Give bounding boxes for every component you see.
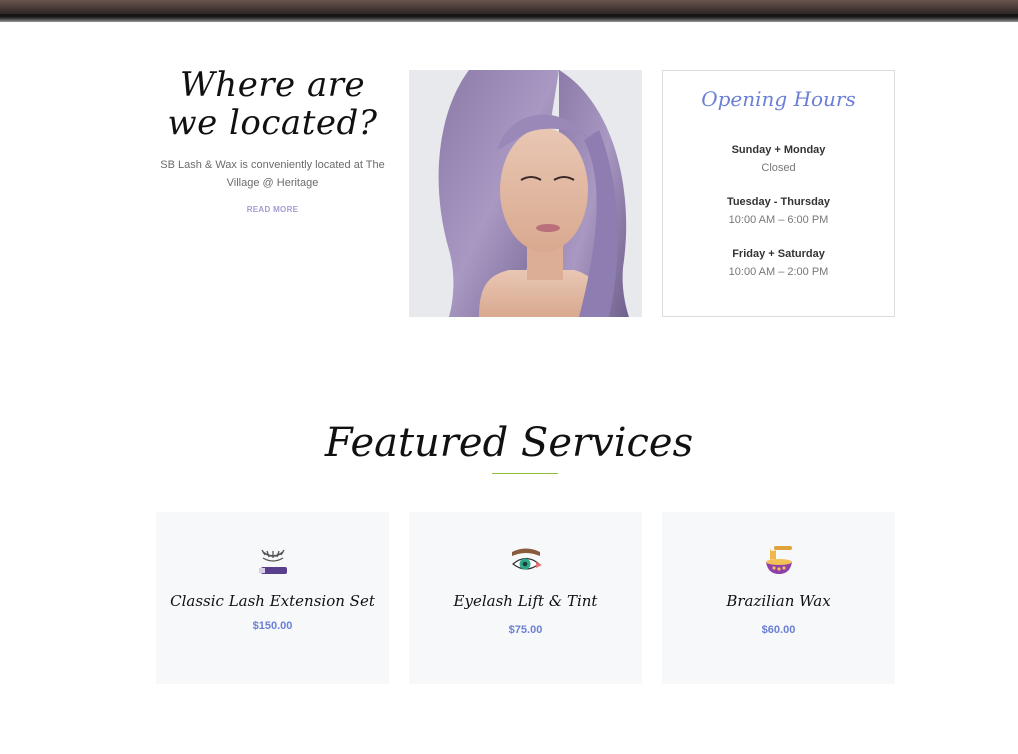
service-name: Brazilian Wax <box>726 592 831 610</box>
service-price: $150.00 <box>252 620 293 632</box>
read-more-link[interactable]: READ MORE <box>247 205 299 214</box>
hours-time: 10:00 AM – 2:00 PM <box>728 266 829 278</box>
hours-days: Friday + Saturday <box>732 248 825 260</box>
opening-hours-title: Opening Hours <box>701 87 856 111</box>
opening-hours-box: Opening Hours Sunday + Monday Closed Tue… <box>662 70 895 317</box>
hours-list: Sunday + Monday Closed Tuesday - Thursda… <box>663 141 894 281</box>
location-section: Where are we located? SB Lash & Wax is c… <box>156 66 389 217</box>
service-card-brazilian-wax[interactable]: Brazilian Wax $60.00 <box>662 512 895 684</box>
hours-time: Closed <box>761 162 796 174</box>
service-name: Classic Lash Extension Set <box>170 592 375 610</box>
hours-entry: Tuesday - Thursday 10:00 AM – 6:00 PM <box>663 193 894 229</box>
service-price: $60.00 <box>761 624 796 636</box>
location-heading: Where are we located? <box>167 65 378 143</box>
model-photo-illustration <box>409 70 642 317</box>
service-price: $75.00 <box>508 624 543 636</box>
service-name: Eyelash Lift & Tint <box>453 592 598 610</box>
hours-days: Tuesday - Thursday <box>726 196 831 208</box>
hours-entry: Sunday + Monday Closed <box>663 141 894 177</box>
hours-time: 10:00 AM – 6:00 PM <box>728 214 829 226</box>
location-description: SB Lash & Wax is conveniently located at… <box>160 159 385 189</box>
service-card-classic-lash[interactable]: Classic Lash Extension Set $150.00 <box>156 512 389 684</box>
title-underline <box>492 473 558 474</box>
eyelash-lift-icon <box>511 548 542 570</box>
hours-entry: Friday + Saturday 10:00 AM – 2:00 PM <box>663 245 894 281</box>
hero-image-strip <box>0 0 1018 22</box>
featured-services-title: Featured Services <box>324 420 694 466</box>
model-photo <box>409 70 642 317</box>
service-card-eyelash-lift[interactable]: Eyelash Lift & Tint $75.00 <box>409 512 642 684</box>
wax-bowl-icon <box>765 546 792 574</box>
lash-extension-icon <box>258 549 287 574</box>
hours-days: Sunday + Monday <box>731 144 826 156</box>
